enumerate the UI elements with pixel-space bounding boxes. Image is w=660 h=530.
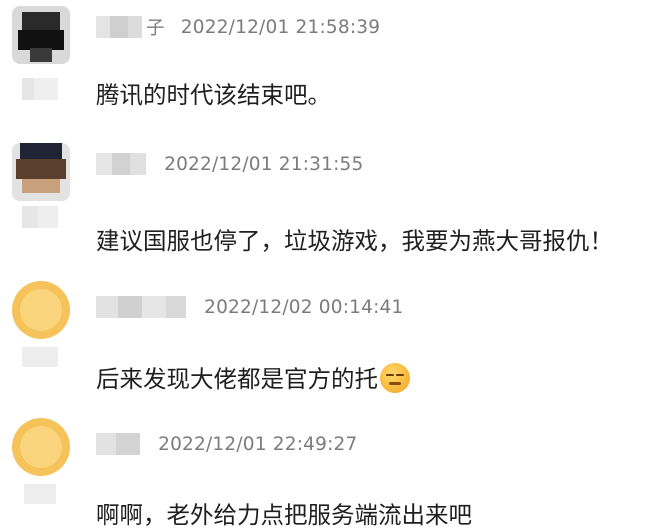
comment-meta: 2022/12/02 00:14:41 bbox=[96, 296, 404, 318]
username-blurred[interactable] bbox=[96, 296, 186, 318]
comment-timestamp: 2022/12/01 21:31:55 bbox=[164, 153, 364, 175]
comment-text: 腾讯的时代该结束吧。 bbox=[96, 81, 331, 109]
username-blurred[interactable] bbox=[96, 153, 146, 175]
comment-meta: 子 2022/12/01 21:58:39 bbox=[96, 14, 380, 40]
avatar[interactable] bbox=[12, 143, 70, 201]
comment-timestamp: 2022/12/01 21:58:39 bbox=[180, 16, 381, 38]
comment-text: 后来发现大佬都是官方的托 bbox=[96, 365, 378, 393]
avatar[interactable] bbox=[12, 418, 70, 476]
level-badge-blurred bbox=[24, 484, 56, 504]
username-blurred[interactable] bbox=[96, 16, 144, 38]
smirk-emoji-icon bbox=[380, 363, 410, 393]
username-visible[interactable]: 子 bbox=[146, 18, 165, 39]
level-badge-blurred bbox=[22, 206, 58, 228]
comment-meta: 2022/12/01 21:31:55 bbox=[96, 153, 364, 175]
level-badge-blurred bbox=[22, 78, 58, 100]
watermark-logo bbox=[500, 492, 650, 524]
avatar[interactable] bbox=[12, 281, 70, 339]
comment-text-row: 后来发现大佬都是官方的托 bbox=[96, 360, 410, 394]
comment-timestamp: 2022/12/01 22:49:27 bbox=[158, 433, 358, 455]
comment-meta: 2022/12/01 22:49:27 bbox=[96, 433, 358, 455]
level-badge-blurred bbox=[22, 347, 58, 367]
comment-timestamp: 2022/12/02 00:14:41 bbox=[204, 296, 404, 318]
avatar[interactable] bbox=[12, 6, 70, 64]
comment-text: 啊啊，老外给力点把服务端流出来吧 bbox=[96, 501, 472, 529]
username-blurred[interactable] bbox=[96, 433, 140, 455]
comment-text: 建议国服也停了，垃圾游戏，我要为燕大哥报仇！ bbox=[96, 227, 613, 255]
